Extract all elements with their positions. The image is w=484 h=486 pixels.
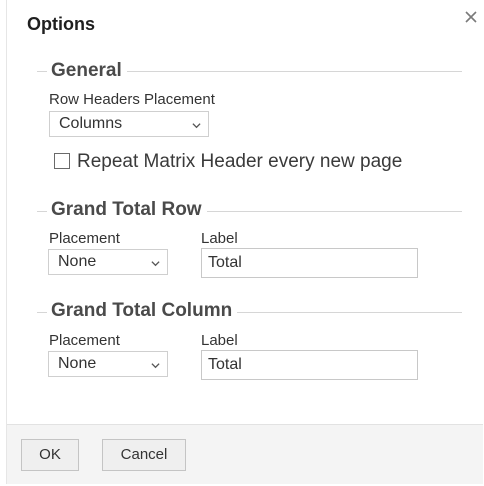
chevron-down-icon xyxy=(192,123,201,129)
row-placement-value: None xyxy=(58,253,97,270)
repeat-matrix-header-label: Repeat Matrix Header every new page xyxy=(77,151,403,172)
close-icon[interactable] xyxy=(460,6,482,28)
chevron-down-icon xyxy=(151,261,160,267)
repeat-matrix-header-checkbox[interactable] xyxy=(54,153,70,169)
dialog-footer: OK Cancel xyxy=(7,424,483,484)
chevron-down-icon xyxy=(151,363,160,369)
row-headers-placement-value: Columns xyxy=(59,115,123,132)
row-label-input[interactable] xyxy=(201,248,418,278)
ok-button[interactable]: OK xyxy=(21,439,79,471)
row-headers-placement-label: Row Headers Placement xyxy=(49,91,215,108)
column-label-label: Label xyxy=(201,332,238,349)
column-label-input[interactable] xyxy=(201,350,418,380)
column-placement-select[interactable]: None xyxy=(48,351,168,377)
cancel-button[interactable]: Cancel xyxy=(102,439,186,471)
row-placement-label: Placement xyxy=(49,230,120,247)
dialog-title: Options xyxy=(27,14,95,34)
row-label-label: Label xyxy=(201,230,238,247)
section-title-grand-total-row: Grand Total Row xyxy=(47,199,207,221)
section-title-grand-total-column: Grand Total Column xyxy=(47,300,238,322)
column-placement-value: None xyxy=(58,355,97,372)
options-dialog: Options General Row Headers Placement Co… xyxy=(6,0,483,484)
column-placement-label: Placement xyxy=(49,332,120,349)
row-placement-select[interactable]: None xyxy=(48,249,168,275)
section-title-general: General xyxy=(47,60,127,82)
row-headers-placement-select[interactable]: Columns xyxy=(49,111,209,137)
